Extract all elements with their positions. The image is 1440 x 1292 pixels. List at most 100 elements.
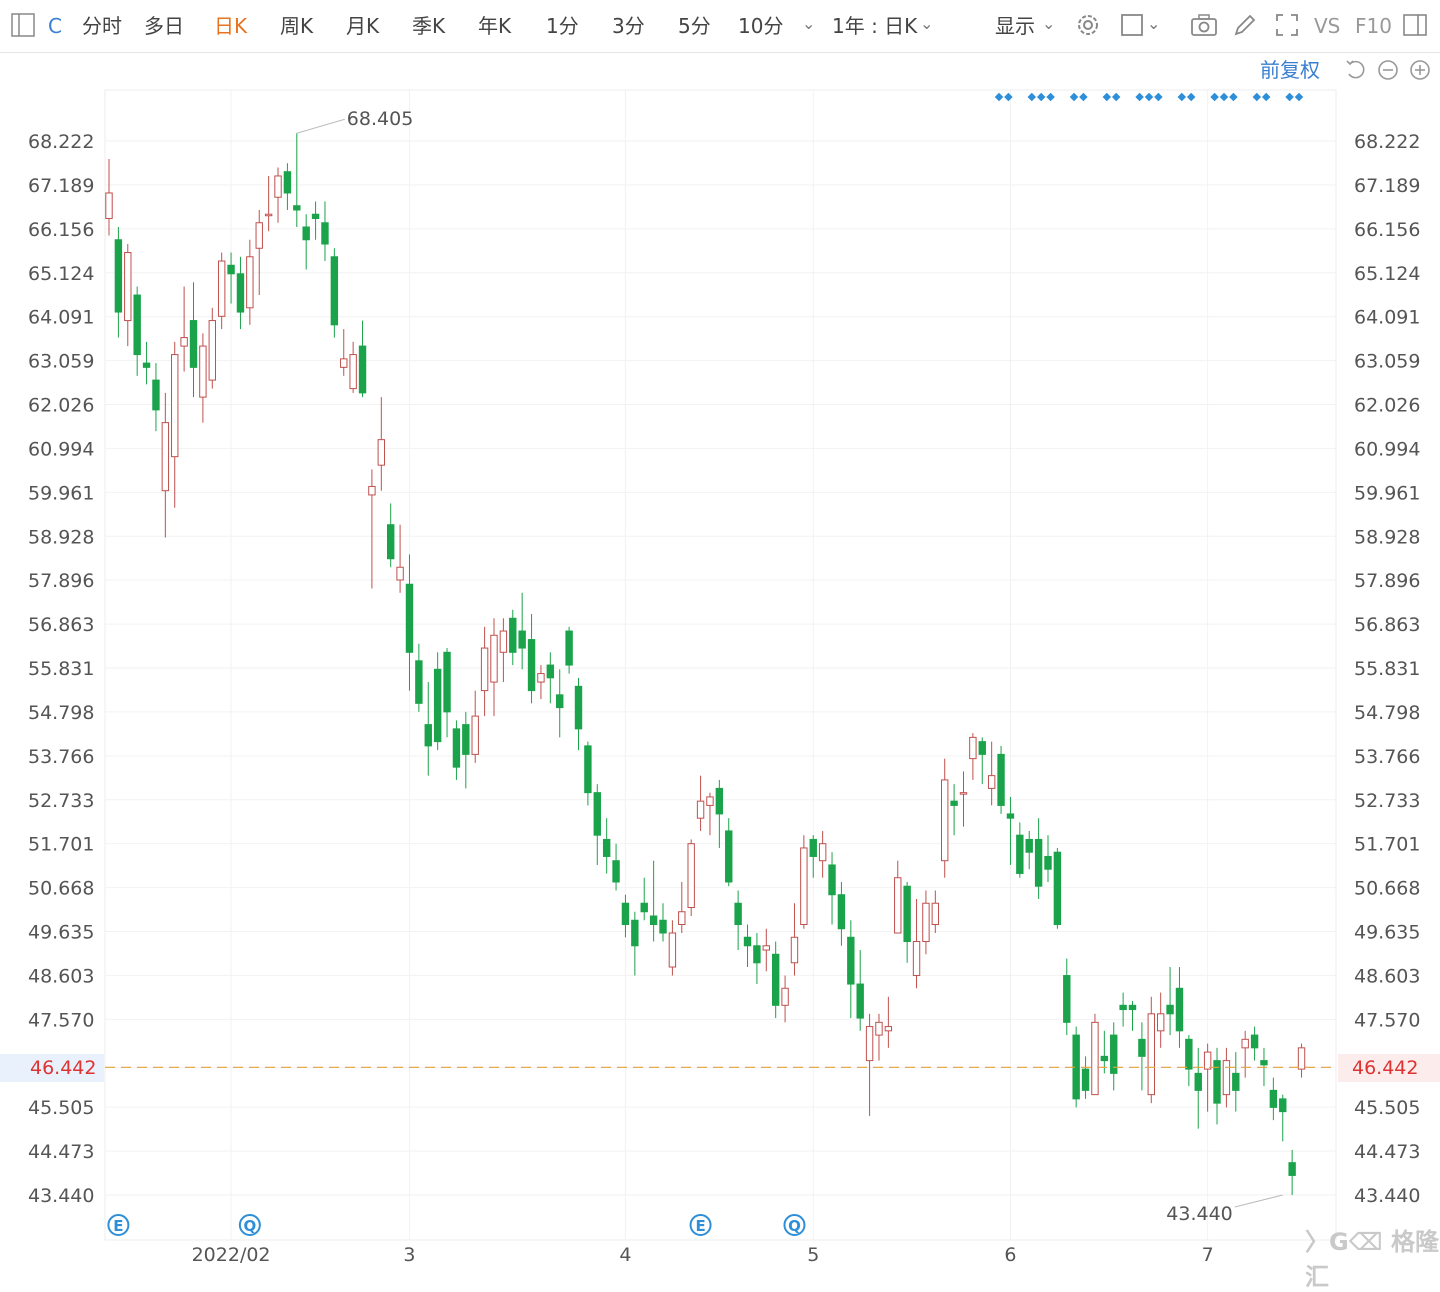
candle-down: [1128, 1001, 1137, 1031]
candle-body: [293, 205, 301, 211]
candle-body: [133, 294, 141, 356]
candle-body: [621, 902, 630, 926]
dividend-dot-icon: [1144, 92, 1154, 102]
period-tab-weekly[interactable]: 周K: [280, 12, 313, 40]
candle-down: [903, 881, 911, 963]
reset-undo-icon[interactable]: [1344, 58, 1370, 84]
candles-layer: [105, 133, 1306, 1195]
candle-body: [612, 860, 620, 883]
candle-up: [274, 167, 282, 223]
fullscreen-icon[interactable]: [1274, 12, 1300, 38]
dividend-dot-icon: [1285, 92, 1294, 102]
candle-down: [330, 248, 339, 338]
camera-icon[interactable]: [1190, 12, 1217, 38]
period-tab-3min[interactable]: 3分: [612, 12, 645, 40]
candle-down: [1194, 1047, 1202, 1129]
price-tick-right: 50.668: [1354, 878, 1420, 900]
f10-button[interactable]: F10: [1355, 12, 1392, 40]
event-marker-ring: [238, 1214, 261, 1236]
candle-body: [987, 775, 996, 789]
candle-down: [734, 890, 742, 951]
candle-body: [818, 843, 827, 862]
period-tab-intraday[interactable]: 分时: [82, 12, 122, 40]
candle-down: [152, 363, 160, 432]
candle-body: [828, 864, 836, 896]
layout-chevron-icon[interactable]: ⌄: [1147, 14, 1160, 33]
range-chevron-icon[interactable]: ⌄: [920, 14, 933, 33]
candle-up: [368, 469, 376, 589]
period-tab-daily[interactable]: 日K: [214, 12, 247, 40]
candle-body: [537, 673, 545, 683]
price-tick-left: 51.701: [28, 834, 94, 856]
candle-down: [114, 226, 123, 338]
event-marker-ring: [107, 1214, 130, 1236]
price-tick-right: 55.831: [1354, 658, 1420, 680]
date-tick: 3: [403, 1244, 415, 1266]
candle-body: [1063, 975, 1071, 1023]
display-chevron-icon[interactable]: ⌄: [1042, 14, 1055, 33]
dividend-dot-icon: [1102, 92, 1112, 102]
candle-down: [659, 903, 667, 942]
dividend-dot-icon: [1111, 92, 1121, 102]
candle-body: [809, 838, 817, 857]
settings-gear-icon[interactable]: [1075, 12, 1101, 38]
display-menu[interactable]: 显示: [995, 12, 1035, 40]
candle-down: [1138, 1022, 1146, 1091]
candle-down: [443, 648, 451, 738]
period-more-chevron-icon[interactable]: ⌄: [802, 14, 815, 33]
adjust-mode-button[interactable]: 前复权: [1260, 56, 1320, 84]
period-tab-multiday[interactable]: 多日: [144, 12, 184, 40]
candle-body: [978, 741, 986, 755]
candle-body: [790, 936, 799, 964]
date-tick: 5: [807, 1244, 819, 1266]
dividend-dot-icon: [1036, 92, 1046, 102]
period-tab-yearly[interactable]: 年K: [478, 12, 511, 40]
event-marker-ring: [689, 1214, 712, 1236]
price-tick-right: 65.124: [1354, 263, 1420, 285]
price-tick-left: 58.928: [28, 526, 94, 548]
candle-body: [1222, 1060, 1231, 1096]
candle-down: [556, 669, 564, 738]
candle-up: [480, 626, 489, 717]
dividend-dot-icon: [1027, 92, 1037, 102]
period-tab-10min[interactable]: 10分: [738, 12, 783, 40]
candle-body: [1025, 838, 1033, 853]
candle-down: [546, 652, 555, 704]
candle-body: [771, 953, 780, 1006]
candle-body: [950, 800, 958, 806]
candle-body: [1260, 1060, 1268, 1066]
layout-square-icon[interactable]: [1120, 12, 1146, 38]
panel-toggle-icon[interactable]: [10, 12, 36, 38]
side-panel-icon[interactable]: [1402, 12, 1428, 38]
price-axis: 68.222 68.222 67.189 67.189 66.156 66.156 65.1…: [28, 131, 1420, 1207]
candle-down: [753, 933, 761, 985]
event-marker-letter: E: [695, 1217, 705, 1235]
period-tab-quarterly[interactable]: 季K: [412, 12, 445, 40]
price-tick-right: 59.961: [1354, 482, 1420, 504]
zoom-out-icon[interactable]: [1376, 58, 1402, 84]
draw-pencil-icon[interactable]: [1232, 12, 1258, 38]
candle-down: [302, 214, 310, 270]
candle-up: [217, 252, 226, 330]
candle-body: [640, 902, 648, 913]
date-axis: 2022/02 3 4 5 6 7: [192, 1244, 1214, 1266]
price-tick-left: 53.766: [28, 746, 94, 768]
zoom-in-icon[interactable]: [1408, 58, 1434, 84]
compare-vs-button[interactable]: VS: [1314, 12, 1340, 40]
candle-body: [1269, 1089, 1278, 1108]
period-tab-monthly[interactable]: 月K: [346, 12, 379, 40]
period-tab-1min[interactable]: 1分: [546, 12, 579, 40]
price-tick-left: 48.603: [28, 965, 94, 987]
candle-down: [518, 592, 526, 670]
candle-body: [715, 787, 724, 815]
period-tab-5min[interactable]: 5分: [678, 12, 711, 40]
candle-down: [1288, 1149, 1296, 1195]
range-selector[interactable]: 1年 : 日K: [832, 12, 917, 40]
earnings-event-icon: E: [689, 1214, 712, 1236]
candle-up: [884, 996, 893, 1048]
price-tick-right: 52.733: [1354, 790, 1420, 812]
candlestick-chart[interactable]: 68.222 68.222 67.189 67.189 66.156 66.156 65.1…: [0, 0, 1440, 1267]
annotation-leader: [296, 118, 345, 134]
candle-body: [884, 1026, 893, 1032]
candle-body: [696, 800, 705, 819]
